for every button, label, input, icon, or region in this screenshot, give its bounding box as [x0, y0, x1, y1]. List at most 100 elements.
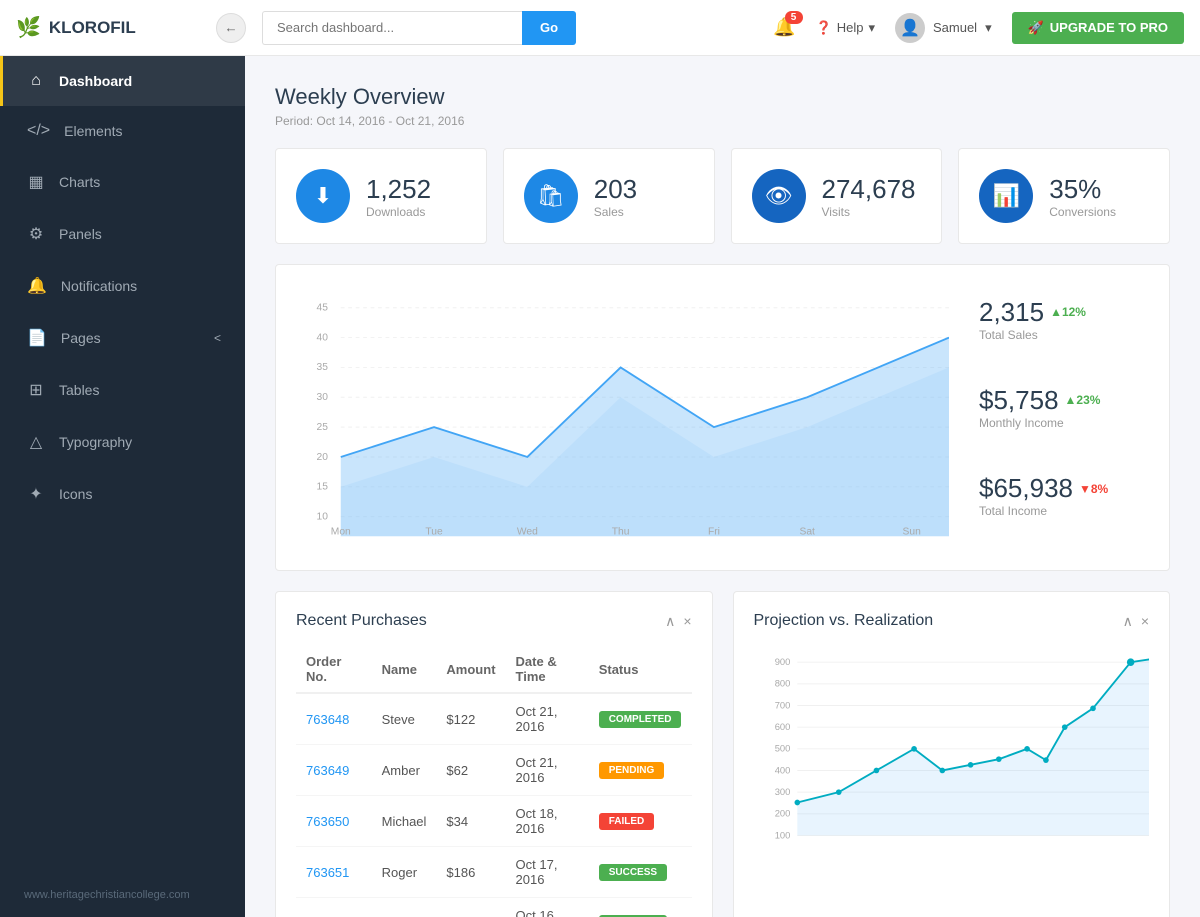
collapse-icon[interactable]: ∧ — [665, 613, 675, 630]
overview-title: Weekly Overview — [275, 84, 1170, 110]
amount-cell: $34 — [436, 796, 505, 847]
sidebar-label-icons: Icons — [59, 486, 92, 502]
overview-period: Period: Oct 14, 2016 - Oct 21, 2016 — [275, 114, 1170, 128]
notifications-icon: 🔔 — [27, 276, 47, 296]
amount-cell: $362 — [436, 898, 505, 917]
svg-text:Sun: Sun — [903, 526, 922, 537]
col-status: Status — [589, 646, 692, 693]
svg-text:900: 900 — [774, 656, 790, 667]
user-label: Samuel — [933, 20, 977, 35]
chart-stats-panel: 2,315 ▲12% Total Sales $5,758 ▲23% Month… — [969, 285, 1149, 550]
conversions-icon-circle: 📊 — [979, 169, 1033, 223]
home-icon: ⌂ — [27, 72, 45, 90]
sidebar-item-charts[interactable]: ▦ Charts — [0, 156, 245, 208]
svg-text:10: 10 — [317, 511, 329, 522]
status-cell: PENDING — [589, 745, 692, 796]
svg-text:30: 30 — [317, 392, 329, 403]
main-content: Weekly Overview Period: Oct 14, 2016 - O… — [245, 56, 1200, 917]
table-header-row: Order No. Name Amount Date & Time Status — [296, 646, 692, 693]
name-cell: Michael — [372, 796, 437, 847]
sidebar-label-tables: Tables — [59, 382, 99, 398]
svg-text:35: 35 — [317, 362, 329, 373]
projection-close-icon[interactable]: × — [1141, 613, 1149, 630]
stat-card-downloads: ⬇ 1,252 Downloads — [275, 148, 487, 244]
sidebar-label-pages: Pages — [61, 330, 101, 346]
sidebar-item-dashboard[interactable]: ⌂ Dashboard — [0, 56, 245, 106]
purchases-title: Recent Purchases — [296, 612, 427, 630]
sidebar-item-icons[interactable]: ✦ Icons — [0, 468, 245, 520]
name-cell: Steve — [372, 693, 437, 745]
table-row: 763648 Steve $122 Oct 21, 2016 COMPLETED — [296, 693, 692, 745]
sidebar-item-tables[interactable]: ⊞ Tables — [0, 364, 245, 416]
upgrade-label: UPGRADE TO PRO — [1050, 20, 1168, 35]
svg-text:40: 40 — [317, 332, 329, 343]
projection-card-header: Projection vs. Realization ∧ × — [754, 612, 1150, 630]
user-avatar: 👤 — [895, 13, 925, 43]
svg-text:Tue: Tue — [425, 526, 443, 537]
order-link[interactable]: 763648 — [306, 712, 349, 727]
stat-info-downloads: 1,252 Downloads — [366, 174, 431, 219]
amount-cell: $122 — [436, 693, 505, 745]
order-link[interactable]: 763650 — [306, 814, 349, 829]
icons-icon: ✦ — [27, 484, 45, 504]
amount-cell: $186 — [436, 847, 505, 898]
status-badge: SUCCESS — [599, 864, 667, 881]
sidebar-item-pages[interactable]: 📄 Pages < — [0, 312, 245, 364]
sidebar-item-typography[interactable]: △ Typography — [0, 416, 245, 468]
svg-text:400: 400 — [774, 764, 790, 775]
typography-icon: △ — [27, 432, 45, 452]
logo: 🌿 KLOROFIL — [16, 15, 216, 40]
notification-button[interactable]: 🔔 5 — [773, 17, 795, 38]
order-cell: 763652 — [296, 898, 372, 917]
svg-text:20: 20 — [317, 452, 329, 463]
search-button[interactable]: Go — [522, 11, 576, 45]
sidebar: ⌂ Dashboard </> Elements ▦ Charts ⚙ Pane… — [0, 56, 245, 917]
tables-icon: ⊞ — [27, 380, 45, 400]
user-button[interactable]: 👤 Samuel ▾ — [895, 13, 992, 43]
logo-text: KLOROFIL — [49, 18, 136, 38]
projection-title: Projection vs. Realization — [754, 612, 934, 630]
projection-collapse-icon[interactable]: ∧ — [1123, 613, 1133, 630]
status-cell: SUCCESS — [589, 847, 692, 898]
amount-cell: $62 — [436, 745, 505, 796]
svg-text:300: 300 — [774, 786, 790, 797]
back-button[interactable]: ← — [216, 13, 246, 43]
sidebar-label-panels: Panels — [59, 226, 102, 242]
search-input[interactable] — [262, 11, 522, 45]
recent-purchases-card: Recent Purchases ∧ × Order No. Name Amou… — [275, 591, 713, 917]
sidebar-item-notifications[interactable]: 🔔 Notifications — [0, 260, 245, 312]
charts-icon: ▦ — [27, 172, 45, 192]
total-sales-label: Total Sales — [979, 328, 1149, 342]
sidebar-label-elements: Elements — [64, 123, 122, 139]
bottom-row: Recent Purchases ∧ × Order No. Name Amou… — [275, 591, 1170, 917]
stat-card-conversions: 📊 35% Conversions — [958, 148, 1170, 244]
svg-text:45: 45 — [317, 303, 329, 314]
elements-icon: </> — [27, 122, 50, 140]
header: 🌿 KLOROFIL ← Go 🔔 5 ❓ Help ▾ 👤 Samuel ▾ … — [0, 0, 1200, 56]
close-icon[interactable]: × — [683, 613, 691, 630]
sidebar-item-panels[interactable]: ⚙ Panels — [0, 208, 245, 260]
sidebar-item-elements[interactable]: </> Elements — [0, 106, 245, 156]
order-cell: 763648 — [296, 693, 372, 745]
upgrade-icon: 🚀 — [1028, 20, 1044, 36]
col-amount: Amount — [436, 646, 505, 693]
header-right: 🔔 5 ❓ Help ▾ 👤 Samuel ▾ 🚀 UPGRADE TO PRO — [773, 12, 1184, 44]
status-cell: SUCCESS — [589, 898, 692, 917]
search-area: Go — [262, 11, 662, 45]
weekly-chart-card: 45 40 35 30 25 20 15 10 — [275, 264, 1170, 571]
order-link[interactable]: 763649 — [306, 763, 349, 778]
purchases-controls: ∧ × — [665, 613, 691, 630]
sidebar-label-notifications: Notifications — [61, 278, 137, 294]
svg-text:Fri: Fri — [708, 526, 720, 537]
total-income-value: $65,938 ▼8% — [979, 473, 1149, 504]
total-income-label: Total Income — [979, 504, 1149, 518]
upgrade-button[interactable]: 🚀 UPGRADE TO PRO — [1012, 12, 1184, 44]
status-cell: FAILED — [589, 796, 692, 847]
order-link[interactable]: 763651 — [306, 865, 349, 880]
visits-icon-circle: 👁 — [752, 169, 806, 223]
total-sales-stat: 2,315 ▲12% Total Sales — [979, 297, 1149, 342]
sales-icon-circle: 🛍 — [524, 169, 578, 223]
name-cell: Amber — [372, 745, 437, 796]
help-button[interactable]: ❓ Help ▾ — [816, 20, 875, 36]
table-row: 763652 Smith $362 Oct 16, 2016 SUCCESS — [296, 898, 692, 917]
